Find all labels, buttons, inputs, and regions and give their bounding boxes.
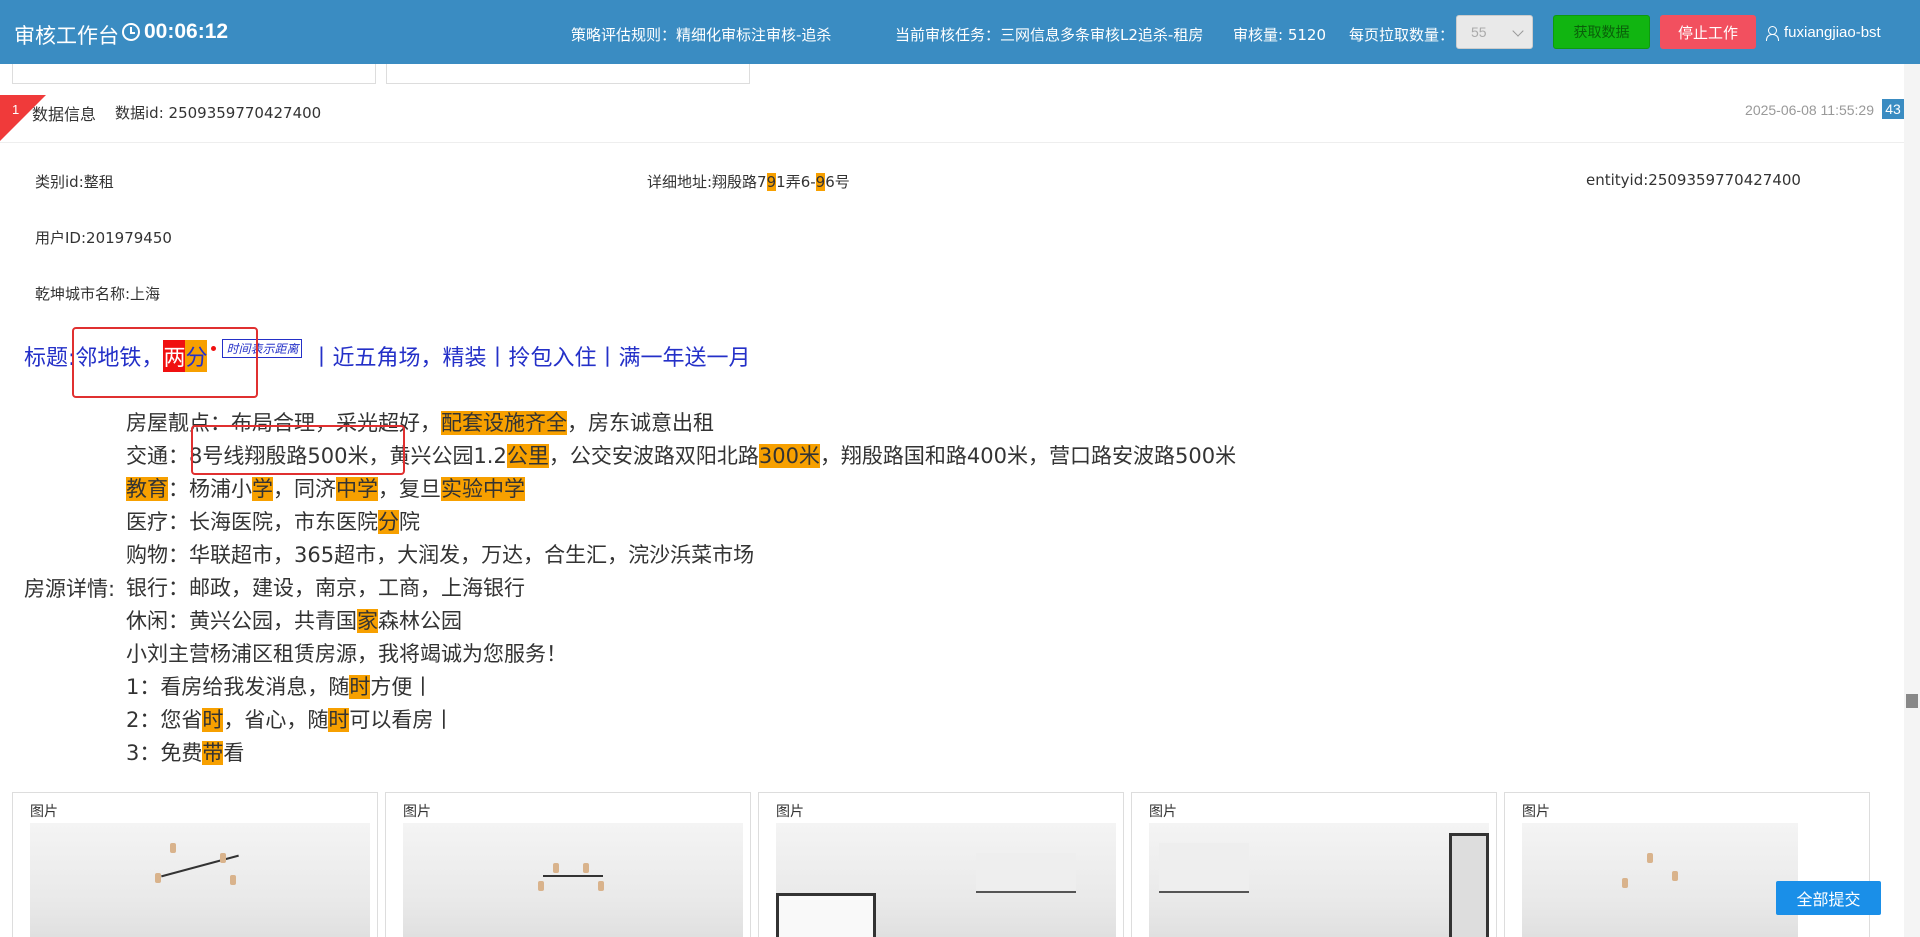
record-timestamp: 2025-06-08 11:55:29 — [1745, 102, 1874, 118]
per-page-select[interactable]: 55 — [1456, 15, 1533, 49]
annotation-box — [72, 327, 258, 398]
app-title: 审核工作台 — [14, 24, 119, 48]
timer-value: 00:06:12 — [144, 20, 229, 43]
scrollbar-thumb[interactable] — [1906, 694, 1918, 708]
review-count: 审核量: 5120 — [1233, 26, 1327, 44]
top-bar: 审核工作台 00:06:12 策略评估规则：精细化审标注审核-追杀 当前审核任务… — [0, 0, 1920, 64]
detail-line: 3：免费带看 — [126, 741, 245, 765]
image-card[interactable]: 图片 — [12, 792, 378, 937]
detail-line: 医疗：长海医院，市东医院分院 — [126, 510, 420, 534]
detail-line: 小刘主营杨浦区租赁房源，我将竭诚为您服务！ — [126, 642, 567, 666]
room-photo[interactable] — [1522, 823, 1798, 937]
rule-info: 策略评估规则：精细化审标注审核-追杀 — [571, 26, 832, 44]
record-header: 1 数据信息 数据id: 2509359770427400 2025-06-08… — [0, 95, 1904, 143]
task-info: 当前审核任务：三网信息多条审核L2追杀-租房 — [895, 26, 1204, 44]
previous-card — [386, 64, 750, 84]
submit-all-button[interactable]: 全部提交 — [1776, 881, 1881, 915]
image-card[interactable]: 图片 — [758, 792, 1124, 937]
annotation-box — [191, 425, 405, 475]
clock-icon — [122, 23, 140, 41]
category-field: 类别id:整租 — [35, 173, 114, 191]
room-photo[interactable] — [776, 823, 1116, 937]
image-card[interactable]: 图片 — [385, 792, 751, 937]
entity-id-field: entityid:2509359770427400 — [1586, 171, 1801, 189]
record-index: 1 — [12, 102, 20, 117]
room-photo[interactable] — [30, 823, 370, 937]
page-scrollbar[interactable] — [1904, 64, 1920, 937]
detail-line: 购物：华联超市，365超市，大润发，万达，合生汇，浣沙浜菜市场 — [126, 543, 755, 567]
per-page-label: 每页拉取数量： — [1349, 26, 1455, 44]
chevron-down-icon — [1512, 25, 1524, 37]
detail-line: 银行：邮政，建设，南京，工商，上海银行 — [126, 576, 525, 600]
user-menu[interactable]: fuxiangjiao-bst — [1766, 24, 1881, 41]
detail-label: 房源详情: — [24, 577, 116, 601]
work-timer: 00:06:12 — [122, 20, 228, 44]
data-id: 数据id: 2509359770427400 — [115, 104, 322, 122]
user-id-field: 用户ID:201979450 — [35, 229, 172, 247]
room-photo[interactable] — [403, 823, 743, 937]
username: fuxiangjiao-bst — [1784, 24, 1881, 41]
image-card[interactable]: 图片 — [1131, 792, 1497, 937]
title-label: 标题: — [24, 346, 76, 371]
previous-card — [12, 64, 376, 84]
record-badge: 43 — [1882, 99, 1904, 119]
address-field: 详细地址:翔殷路791弄6-96号 — [647, 173, 850, 191]
detail-line: 1：看房给我发消息，随时方便丨 — [126, 675, 434, 699]
stop-work-button[interactable]: 停止工作 — [1660, 15, 1756, 49]
detail-line: 教育：杨浦小学，同济中学，复旦实验中学 — [126, 477, 525, 501]
detail-line: 2：您省时，省心，随时可以看房丨 — [126, 708, 455, 732]
detail-line: 休闲：黄兴公园，共青国家森林公园 — [126, 609, 462, 633]
fetch-data-button[interactable]: 获取数据 — [1553, 15, 1650, 49]
room-photo[interactable] — [1149, 823, 1489, 937]
city-field: 乾坤城市名称:上海 — [35, 285, 161, 303]
user-icon — [1766, 25, 1779, 41]
section-label: 数据信息 — [32, 105, 97, 124]
image-card[interactable]: 图片 — [1504, 792, 1870, 937]
